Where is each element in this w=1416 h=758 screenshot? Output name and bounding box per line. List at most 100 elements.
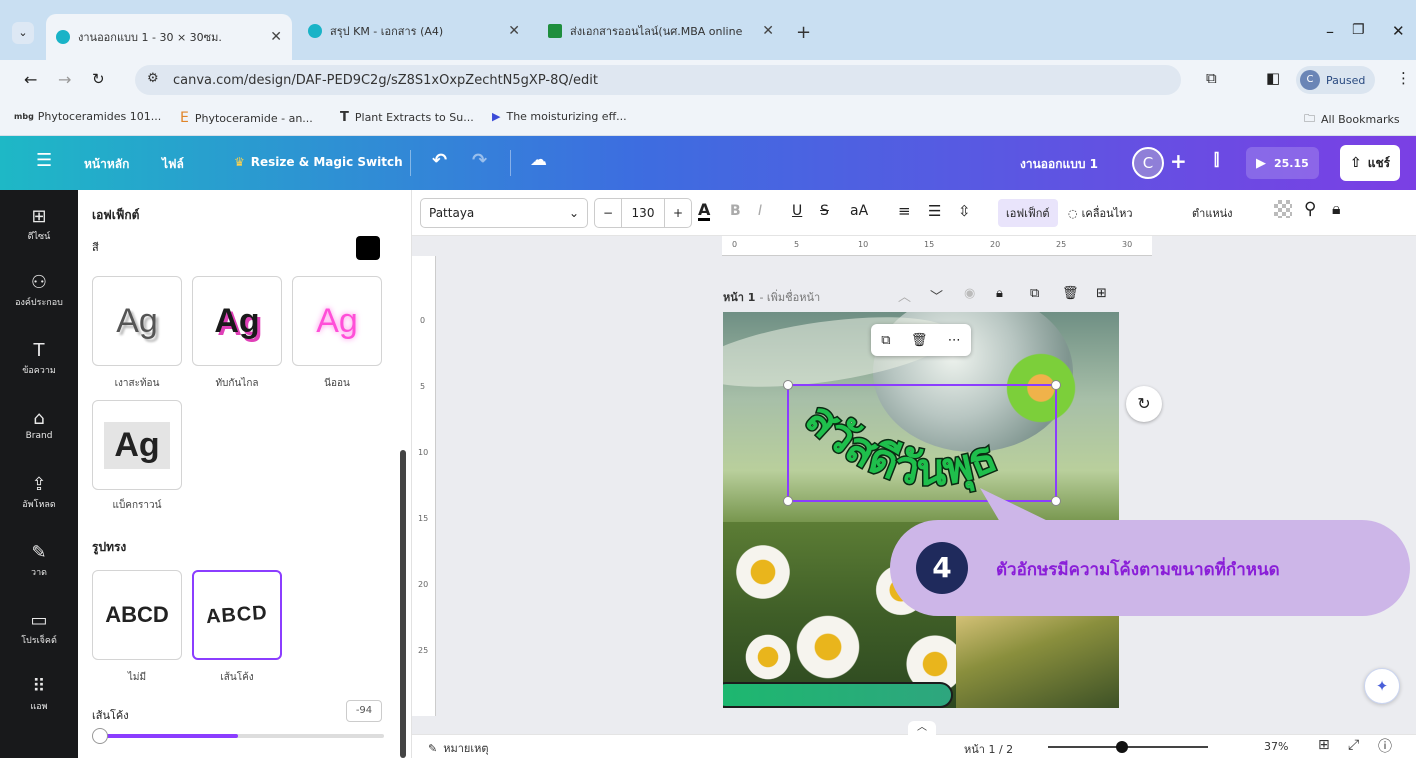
rail-text[interactable]: T ข้อความ [0, 340, 78, 377]
menu-icon[interactable]: ⋮ [1396, 69, 1411, 87]
curve-value-input[interactable]: -94 [346, 700, 382, 722]
list-icon[interactable]: ☰ [928, 202, 941, 220]
document-name[interactable]: งานออกแบบ 1 [1020, 155, 1098, 174]
rotate-icon[interactable]: ↻ [1126, 386, 1162, 422]
window-close-icon[interactable]: ✕ [1392, 22, 1405, 40]
reload-icon[interactable]: ↻ [92, 70, 105, 88]
page-count[interactable]: หน้า 1 / 2 [964, 740, 1013, 758]
resize-handle[interactable] [783, 496, 793, 506]
curve-slider-thumb[interactable] [92, 728, 108, 744]
duplicate-icon[interactable]: ⧉ [881, 333, 890, 348]
site-info-icon[interactable]: ⚙ [147, 71, 159, 86]
resize-magic-switch-button[interactable]: ♛ Resize & Magic Switch [234, 155, 403, 169]
rail-projects[interactable]: ▭ โปรเจ็คต์ [0, 610, 78, 647]
add-page-title[interactable]: - เพิ่มชื่อหน้า [759, 288, 820, 306]
effect-shadow[interactable]: Ag [92, 276, 182, 366]
fullscreen-icon[interactable]: ⤢ [1348, 737, 1359, 753]
extensions-icon[interactable]: ⧉ [1206, 69, 1217, 87]
lock-icon[interactable]: 🔒︎ [1332, 199, 1341, 219]
magic-assistant-button[interactable]: ✦ [1364, 668, 1400, 704]
zoom-slider-thumb[interactable] [1116, 741, 1128, 753]
page-hide-icon[interactable]: ◉ [964, 286, 975, 301]
effect-splice[interactable]: Ag [192, 276, 282, 366]
bold-icon[interactable]: B [730, 203, 741, 219]
page-delete-icon[interactable]: 🗑︎ [1062, 286, 1079, 301]
bookmark-item[interactable]: E Phytoceramide - an... [180, 110, 313, 126]
hamburger-menu-icon[interactable]: ☰ [36, 150, 52, 171]
font-select[interactable]: Pattaya ⌄ [420, 198, 588, 228]
effect-background[interactable]: Ag [92, 400, 182, 490]
undo-icon[interactable]: ↶ [432, 150, 447, 171]
sidepanel-icon[interactable]: ◧ [1266, 69, 1280, 87]
rail-apps[interactable]: ⠿ แอพ [0, 676, 78, 713]
zoom-value[interactable]: 37% [1264, 740, 1288, 753]
shape-curve[interactable]: ABCD [192, 570, 282, 660]
text-color-icon[interactable]: A [698, 202, 711, 221]
page-duplicate-icon[interactable]: ⧉ [1030, 286, 1039, 301]
rail-brand[interactable]: ⌂ Brand [0, 408, 78, 441]
animate-button[interactable]: ◌ เคลื่อนไหว [1068, 204, 1133, 222]
effects-button[interactable]: เอฟเฟ็กต์ [998, 199, 1058, 227]
browser-tab[interactable]: ส่งเอกสารออนไลน์(นศ.MBA online ✕ [538, 14, 784, 48]
tab-search-button[interactable]: ⌄ [12, 22, 34, 44]
browser-tab[interactable]: สรุป KM - เอกสาร (A4) ✕ [298, 14, 530, 48]
help-icon[interactable]: ⓘ [1378, 736, 1392, 756]
selection-box[interactable] [783, 380, 1061, 506]
letter-case-icon[interactable]: aA [850, 203, 868, 219]
share-button[interactable]: ⇧ แชร์ [1340, 145, 1401, 181]
rail-design[interactable]: ⊞ ดีไซน์ [0, 206, 78, 243]
font-size-value[interactable]: 130 [621, 199, 665, 227]
italic-icon[interactable]: I [758, 203, 762, 219]
curve-slider[interactable] [92, 728, 384, 744]
all-bookmarks[interactable]: 🗀 All Bookmarks [1304, 110, 1400, 129]
strikethrough-icon[interactable]: S [820, 203, 829, 219]
new-tab-button[interactable]: + [796, 22, 811, 43]
bookmark-item[interactable]: mbg Phytoceramides 101... [14, 110, 161, 123]
page-lock-icon[interactable]: 🔒︎ [996, 286, 1003, 301]
back-icon[interactable]: ← [24, 70, 37, 89]
resize-handle[interactable] [1051, 380, 1061, 390]
profile-chip[interactable]: C Paused [1296, 66, 1376, 94]
page-add-icon[interactable]: ⊞ [1096, 286, 1107, 301]
page-expand-icon[interactable]: ﹀ [930, 286, 943, 305]
align-center-icon[interactable]: ≡ [898, 202, 911, 220]
browser-tab-active[interactable]: งานออกแบบ 1 - 30 × 30ซม. ✕ [46, 14, 292, 60]
notes-button[interactable]: ✎ หมายเหตุ [428, 739, 489, 757]
close-icon[interactable]: ✕ [270, 29, 282, 45]
bookmark-item[interactable]: T Plant Extracts to Su... [340, 110, 474, 125]
rail-uploads[interactable]: ⇪ อัพโหลด [0, 474, 78, 511]
decrease-size-button[interactable]: − [595, 206, 621, 220]
avatar[interactable]: C [1132, 147, 1164, 179]
analytics-icon[interactable]: ⫿ [1214, 150, 1219, 170]
panel-scrollbar[interactable] [400, 450, 406, 758]
close-icon[interactable]: ✕ [762, 23, 774, 39]
address-bar[interactable]: ⚙ canva.com/design/DAF-PED9C2g/sZ8S1xOxp… [135, 65, 1181, 95]
paint-format-icon[interactable]: ⚲ [1304, 199, 1316, 219]
bookmark-item[interactable]: ▶ The moisturizing eff... [492, 110, 627, 123]
close-icon[interactable]: ✕ [508, 23, 520, 39]
minimize-icon[interactable]: – [1326, 22, 1334, 41]
collapse-pages-icon[interactable]: ︿ [908, 721, 936, 735]
grid-view-icon[interactable]: ⊞ [1318, 737, 1330, 753]
font-size-stepper[interactable]: − 130 + [594, 198, 692, 228]
file-menu[interactable]: ไฟล์ [162, 155, 184, 174]
page-collapse-icon[interactable]: ︿ [898, 286, 911, 305]
position-button[interactable]: ตำแหน่ง [1192, 204, 1233, 222]
shape-none[interactable]: ABCD [92, 570, 182, 660]
add-collaborator-icon[interactable]: + [1170, 149, 1187, 173]
color-swatch[interactable] [356, 236, 380, 260]
transparency-icon[interactable] [1274, 200, 1292, 218]
delete-icon[interactable]: 🗑︎ [911, 333, 928, 348]
present-timer-button[interactable]: ▶ 25.15 [1246, 147, 1319, 179]
more-icon[interactable]: ⋯ [948, 333, 961, 348]
home-button[interactable]: หน้าหลัก [84, 155, 129, 174]
rail-elements[interactable]: ⚇ องค์ประกอบ [0, 272, 78, 309]
cloud-saved-icon[interactable]: ☁ [530, 150, 547, 170]
spacing-icon[interactable]: ⇳ [958, 202, 971, 220]
zoom-slider[interactable] [1048, 741, 1208, 753]
forward-icon[interactable]: → [58, 70, 71, 89]
increase-size-button[interactable]: + [665, 206, 691, 220]
redo-icon[interactable]: ↷ [472, 150, 487, 171]
effect-neon[interactable]: Ag [292, 276, 382, 366]
resize-handle[interactable] [783, 380, 793, 390]
